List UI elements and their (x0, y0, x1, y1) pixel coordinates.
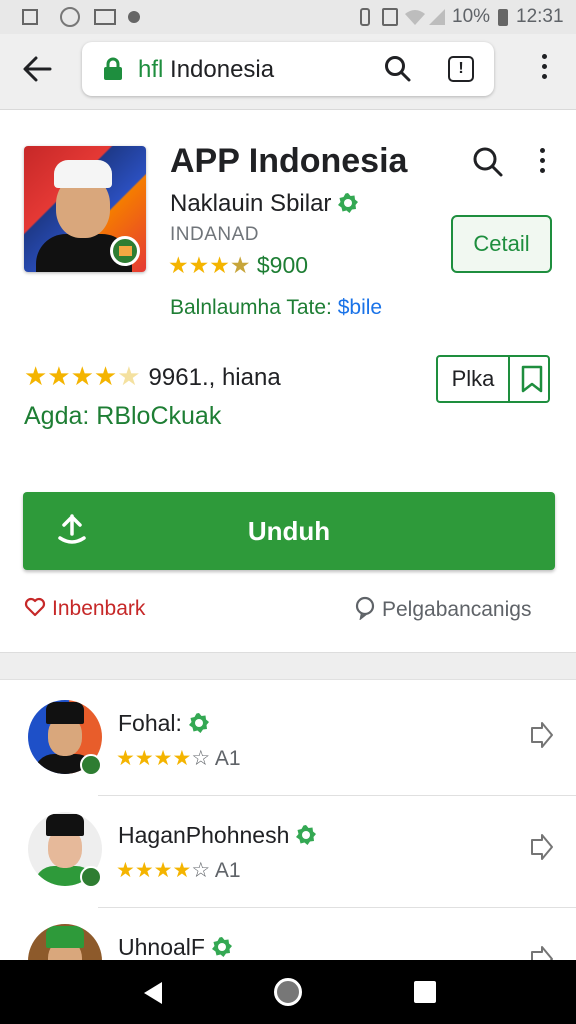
battery-icon (498, 9, 508, 26)
screen: 10% 12:31 hfl Indonesia ! APP Indonesia … (0, 0, 576, 1024)
developer-label: Naklauin Sbilar (170, 190, 332, 217)
developer-sub-label: INDANAD (170, 224, 260, 245)
list-item[interactable]: Fohal: ★★★★☆ A1 (0, 682, 576, 796)
list-item-title: UhnoalF (118, 934, 233, 961)
search-icon[interactable] (472, 146, 504, 178)
list-item-title: HaganPhohnesh (118, 822, 317, 849)
clock: 12:31 (516, 6, 564, 27)
back-arrow-icon[interactable] (20, 52, 54, 86)
list-item-title: Fohal: (118, 710, 210, 737)
dot-icon (128, 11, 140, 23)
install-label: Unduh (247, 516, 331, 546)
verified-badge-icon (188, 713, 209, 733)
price: $900 (250, 252, 309, 278)
nav-back-icon[interactable] (140, 980, 166, 1006)
address-bar[interactable]: hfl Indonesia ! (82, 42, 494, 96)
url-prefix: hfl (138, 56, 164, 83)
rating-summary: ★★★★★ 9961., hiana (24, 361, 281, 392)
section-divider (0, 652, 576, 680)
bookmark-icon[interactable] (520, 365, 544, 393)
chat-bubble-icon (355, 596, 375, 620)
tagline-accent: $bile (337, 296, 383, 319)
list-item-rating: ★★★★☆ A1 (116, 746, 241, 771)
tagline-text: Balnlaumha Tate: (170, 296, 338, 319)
rating-half-star: ★ (229, 252, 251, 278)
tab-icon[interactable]: ! (448, 56, 474, 82)
list-item-stars: ★★★★ (116, 747, 192, 770)
age-rating: Agda: RBloCkuak (24, 402, 222, 430)
chevron-right-icon[interactable] (528, 720, 554, 750)
rating-star-pale: ★ (117, 361, 141, 391)
nav-recents-icon[interactable] (414, 981, 436, 1003)
image-icon (94, 9, 116, 25)
lock-icon (104, 57, 122, 80)
detail-button[interactable]: Cetail (451, 215, 552, 273)
list-item-empty-star: ☆ (191, 747, 211, 770)
app-title: APP Indonesia (170, 142, 408, 180)
list-item-rating: ★★★★☆ A1 (116, 858, 241, 883)
wishlist-link[interactable]: Inbenbark (24, 596, 145, 621)
bluetooth-icon (360, 8, 370, 26)
notification-icon (22, 9, 38, 25)
split-button[interactable]: Plka (436, 355, 550, 403)
more-vert-icon[interactable] (534, 54, 554, 84)
verified-badge-icon (80, 754, 102, 776)
wishlist-label: Inbenbark (52, 597, 146, 620)
install-button[interactable]: Unduh (23, 492, 555, 570)
rating-count: 9961., hiana (148, 364, 281, 391)
wifi-icon (405, 10, 425, 25)
verified-badge-icon (338, 193, 359, 213)
verified-badge-icon (211, 937, 232, 957)
more-vert-icon[interactable] (532, 148, 552, 178)
vibrate-icon (382, 8, 398, 26)
url-text: hfl Indonesia (138, 56, 274, 84)
verified-badge-icon (296, 825, 317, 845)
url-domain: Indonesia (163, 56, 275, 83)
list-item-meta: A1 (210, 859, 241, 882)
list-item-empty-star: ☆ (191, 859, 211, 882)
developer-name[interactable]: Naklauin Sbilar (170, 190, 359, 218)
system-nav-bar (0, 960, 576, 1024)
list-item-title-text: UhnoalF (118, 934, 205, 960)
verified-badge-icon (80, 866, 102, 888)
signal-icon (429, 9, 445, 25)
chevron-right-icon[interactable] (528, 832, 554, 862)
app-icon (24, 146, 146, 272)
list-item-title-text: Fohal: (118, 710, 182, 736)
sync-icon (60, 7, 80, 27)
nav-home-icon[interactable] (274, 978, 302, 1006)
rating-stars: ★★★ (168, 252, 230, 278)
reviews-link[interactable]: Pelgabancanigs (354, 596, 531, 622)
browser-toolbar: hfl Indonesia ! (0, 34, 576, 110)
list-item-title-text: HaganPhohnesh (118, 822, 290, 848)
list-item-meta: A1 (210, 747, 241, 770)
search-icon[interactable] (384, 55, 412, 83)
battery-percent: 10% (452, 6, 491, 27)
heart-icon (24, 597, 46, 617)
list-item-stars: ★★★★ (116, 859, 192, 882)
list-item[interactable]: HaganPhohnesh ★★★★☆ A1 (0, 794, 576, 908)
rating-stars: ★★★★★ (24, 361, 141, 391)
split-button-label[interactable]: Plka (438, 357, 510, 401)
header-rating: ★★★★ $900 (168, 252, 308, 279)
status-bar: 10% 12:31 (0, 0, 576, 34)
reviews-label: Pelgabancanigs (382, 598, 532, 621)
rating-stars-full: ★★★★ (24, 361, 118, 391)
tagline: Balnlaumha Tate: $bile (170, 296, 382, 320)
